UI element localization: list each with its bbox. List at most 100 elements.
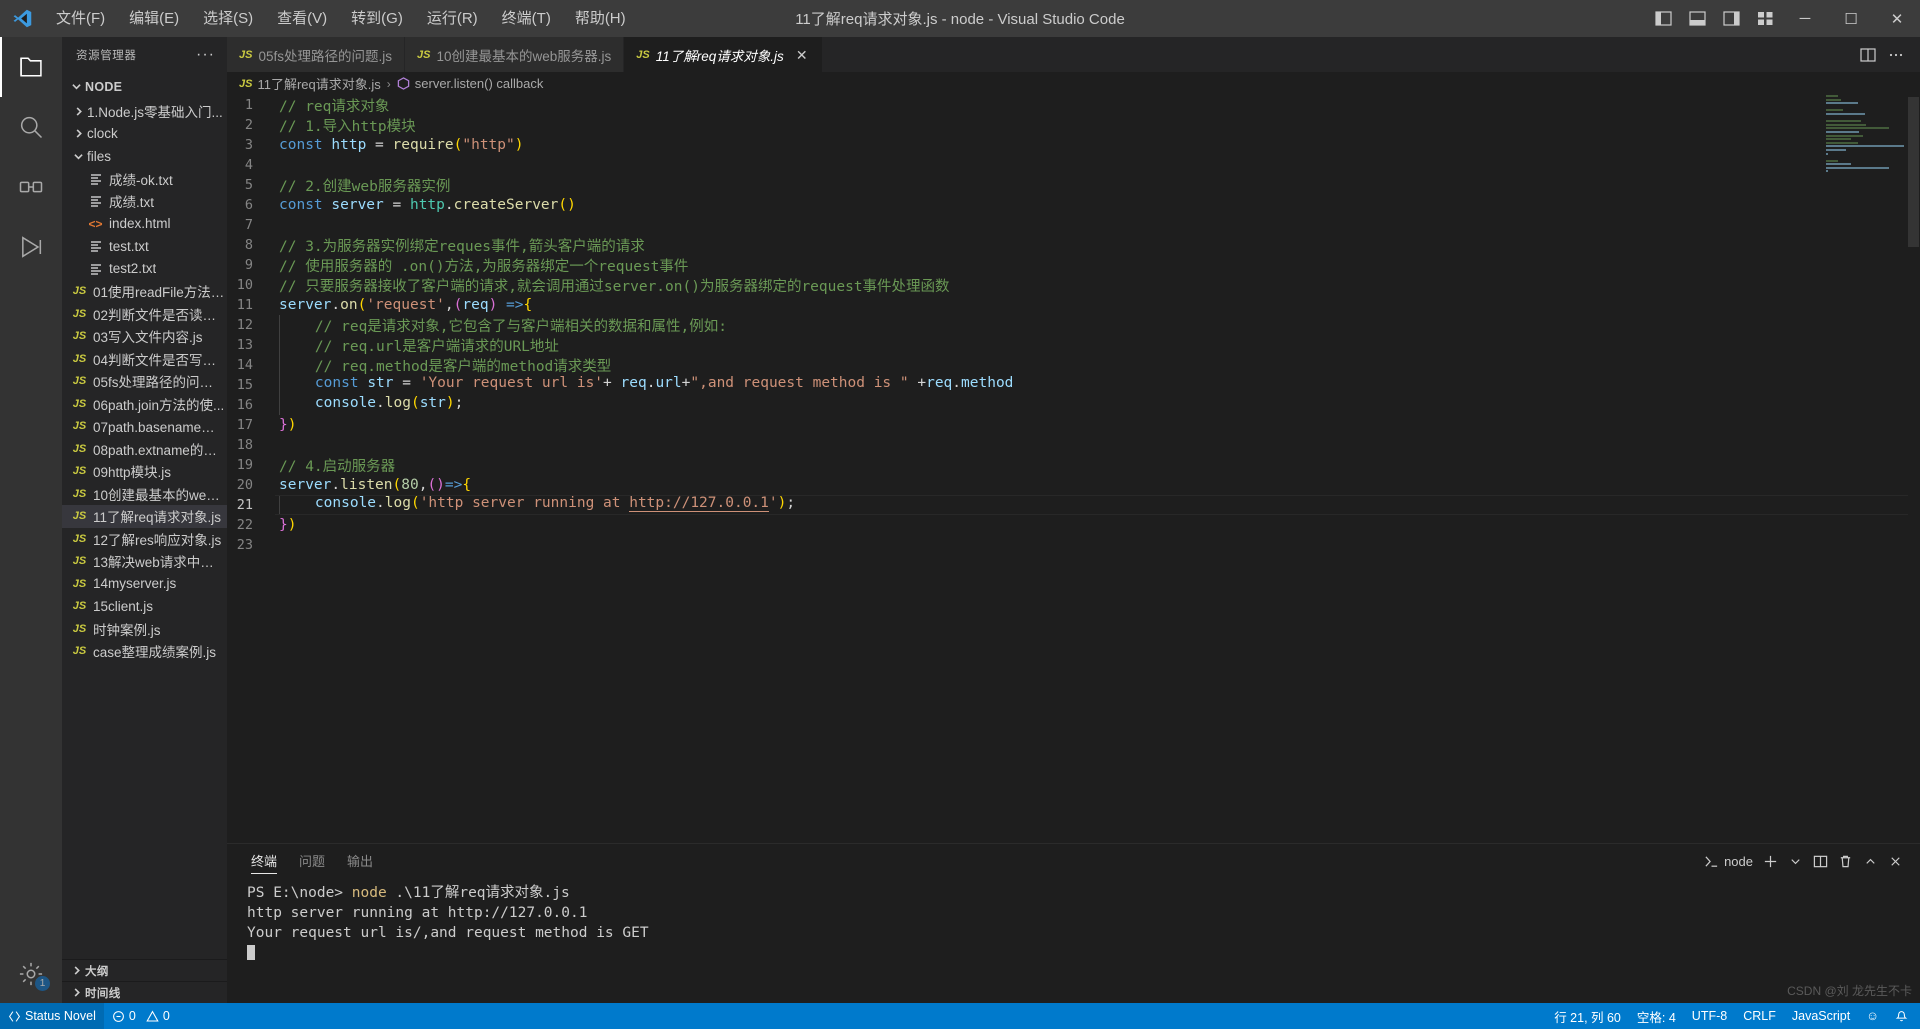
terminal-shell-selector[interactable]: node (1699, 844, 1758, 879)
cursor-position[interactable]: 行 21, 列 60 (1546, 1003, 1629, 1029)
breadcrumb-file[interactable]: 11了解req请求对象.js (257, 74, 380, 93)
menu-edit[interactable]: 编辑(E) (117, 0, 191, 37)
panel-tab-terminal[interactable]: 终端 (251, 844, 278, 879)
tree-item[interactable]: JS 02判断文件是否读取... (62, 303, 227, 326)
activity-search-icon[interactable] (0, 97, 62, 157)
code-line[interactable]: 6 const server = http.createServer() (227, 195, 1920, 215)
menu-run[interactable]: 运行(R) (415, 0, 490, 37)
panel-tab-output[interactable]: 输出 (347, 844, 373, 879)
code-line[interactable]: 22}) (227, 515, 1920, 535)
customize-layout-icon[interactable] (1748, 0, 1782, 37)
tree-item[interactable]: JS 时钟案例.js (62, 618, 227, 641)
code-line[interactable]: 8 // 3.为服务器实例绑定reques事件,箭头客户端的请求 (227, 235, 1920, 255)
editor-scrollbar-thumb[interactable] (1908, 97, 1919, 247)
notifications-bell-icon[interactable] (1887, 1003, 1916, 1029)
split-editor-icon[interactable] (1854, 37, 1882, 72)
split-terminal-icon[interactable] (1808, 844, 1833, 879)
minimize-button[interactable]: ─ (1782, 0, 1828, 37)
tree-item[interactable]: test2.txt (62, 258, 227, 281)
panel-tab-problems[interactable]: 问题 (299, 844, 325, 879)
tree-item[interactable]: 成绩-ok.txt (62, 168, 227, 191)
tree-item[interactable]: 成绩.txt (62, 190, 227, 213)
tree-item[interactable]: files (62, 145, 227, 168)
menu-help[interactable]: 帮助(H) (563, 0, 638, 37)
code-line[interactable]: 3 const http = require("http") (227, 135, 1920, 155)
menu-view[interactable]: 查看(V) (265, 0, 339, 37)
tree-item[interactable]: JS 10创建最基本的web... (62, 483, 227, 506)
activity-settings-gear-icon[interactable]: 1 (0, 945, 62, 1003)
tree-item[interactable]: JS 13解决web请求中文... (62, 550, 227, 573)
tree-item[interactable]: clock (62, 123, 227, 146)
tree-root-node[interactable]: NODE (62, 73, 227, 100)
menu-selection[interactable]: 选择(S) (191, 0, 265, 37)
outline-section[interactable]: 大纲 (62, 959, 227, 981)
editor-tab[interactable]: JS 11了解req请求对象.js ✕ (624, 37, 823, 72)
tree-item[interactable]: test.txt (62, 235, 227, 258)
code-line[interactable]: 2 // 1.导入http模块 (227, 115, 1920, 135)
tree-item[interactable]: JS 15client.js (62, 595, 227, 618)
code-line[interactable]: 13 // req.url是客户端请求的URL地址 (227, 334, 1920, 355)
code-line[interactable]: 11 server.on('request',(req) =>{ (227, 295, 1920, 315)
code-line[interactable]: 17}) (227, 415, 1920, 435)
indentation-status[interactable]: 空格: 4 (1629, 1003, 1684, 1029)
toggle-panel-icon[interactable] (1680, 0, 1714, 37)
tree-item[interactable]: 1.Node.js零基础入门... (62, 100, 227, 123)
tree-item[interactable]: JS 03写入文件内容.js (62, 325, 227, 348)
tree-item[interactable]: JS 05fs处理路径的问题.js (62, 370, 227, 393)
code-line[interactable]: 1 // req请求对象 (227, 95, 1920, 115)
editor-tab[interactable]: JS 10创建最基本的web服务器.js (405, 37, 625, 72)
editor-tab[interactable]: JS 05fs处理路径的问题.js (227, 37, 405, 72)
code-line[interactable]: 14 // req.method是客户端的method请求类型 (227, 354, 1920, 375)
remote-status-item[interactable]: Status Novel (0, 1003, 104, 1029)
code-line[interactable]: 18 (227, 435, 1920, 455)
menu-go[interactable]: 转到(G) (339, 0, 415, 37)
tree-item[interactable]: JS 06path.join方法的使... (62, 393, 227, 416)
toggle-primary-sidebar-icon[interactable] (1646, 0, 1680, 37)
trash-icon[interactable] (1833, 844, 1858, 879)
breadcrumb-symbol[interactable]: server.listen() callback (415, 76, 544, 91)
problems-status-item[interactable]: 0 0 (104, 1003, 178, 1029)
maximize-button[interactable]: ☐ (1828, 0, 1874, 37)
code-line[interactable]: 12 // req是请求对象,它包含了与客户端相关的数据和属性,例如: (227, 314, 1920, 335)
activity-explorer-icon[interactable] (0, 37, 62, 97)
new-terminal-icon[interactable] (1758, 844, 1783, 879)
code-line[interactable]: 15 const str = 'Your request url is'+ re… (227, 375, 1920, 395)
menu-file[interactable]: 文件(F) (44, 0, 117, 37)
code-line[interactable]: 21 console.log('http server running at h… (227, 495, 1920, 515)
code-editor[interactable]: 1 // req请求对象 2 // 1.导入http模块 3 const http = r… (227, 95, 1920, 843)
maximize-panel-icon[interactable] (1858, 844, 1883, 879)
language-mode-status[interactable]: JavaScript (1784, 1003, 1858, 1029)
code-line[interactable]: 5 // 2.创建web服务器实例 (227, 175, 1920, 195)
code-line[interactable]: 9 // 使用服务器的 .on()方法,为服务器绑定一个request事件 (227, 255, 1920, 275)
minimap[interactable] (1826, 95, 1906, 843)
tree-item[interactable]: JS 01使用readFile方法读... (62, 280, 227, 303)
toggle-secondary-sidebar-icon[interactable] (1714, 0, 1748, 37)
feedback-smiley-icon[interactable]: ☺ (1858, 1003, 1887, 1029)
terminal-output[interactable]: PS E:\node> node .\11了解req请求对象.js http se… (227, 879, 1920, 1003)
chevron-down-icon[interactable] (1783, 844, 1808, 879)
activity-run-debug-icon[interactable] (0, 217, 62, 277)
tree-item[interactable]: JS 07path.basename方法... (62, 415, 227, 438)
code-lines[interactable]: 1 // req请求对象 2 // 1.导入http模块 3 const http = r… (227, 95, 1920, 843)
menu-terminal[interactable]: 终端(T) (490, 0, 563, 37)
sidebar-more-actions-icon[interactable]: ··· (192, 46, 219, 64)
tree-item[interactable]: JS case整理成绩案例.js (62, 640, 227, 663)
tree-item[interactable]: JS 09http模块.js (62, 460, 227, 483)
code-line[interactable]: 10 // 只要服务器接收了客户端的请求,就会调用通过server.on()为服务… (227, 275, 1920, 295)
code-line[interactable]: 19 // 4.启动服务器 (227, 455, 1920, 475)
encoding-status[interactable]: UTF-8 (1684, 1003, 1735, 1029)
code-line[interactable]: 16 console.log(str); (227, 395, 1920, 415)
timeline-section[interactable]: 时间线 (62, 981, 227, 1003)
tree-item[interactable]: <> index.html (62, 213, 227, 236)
tree-item[interactable]: JS 08path.extname的使... (62, 438, 227, 461)
code-line[interactable]: 4 (227, 155, 1920, 175)
tree-item[interactable]: JS 14myserver.js (62, 573, 227, 596)
code-line[interactable]: 20 server.listen(80,()=>{ (227, 475, 1920, 495)
code-line[interactable]: 7 (227, 215, 1920, 235)
activity-source-control-icon[interactable] (0, 157, 62, 217)
more-editor-actions-icon[interactable] (1882, 37, 1910, 72)
tree-item[interactable]: JS 04判断文件是否写入... (62, 348, 227, 371)
close-button[interactable]: ✕ (1874, 0, 1920, 37)
close-panel-icon[interactable] (1883, 844, 1908, 879)
code-line[interactable]: 23 (227, 535, 1920, 555)
